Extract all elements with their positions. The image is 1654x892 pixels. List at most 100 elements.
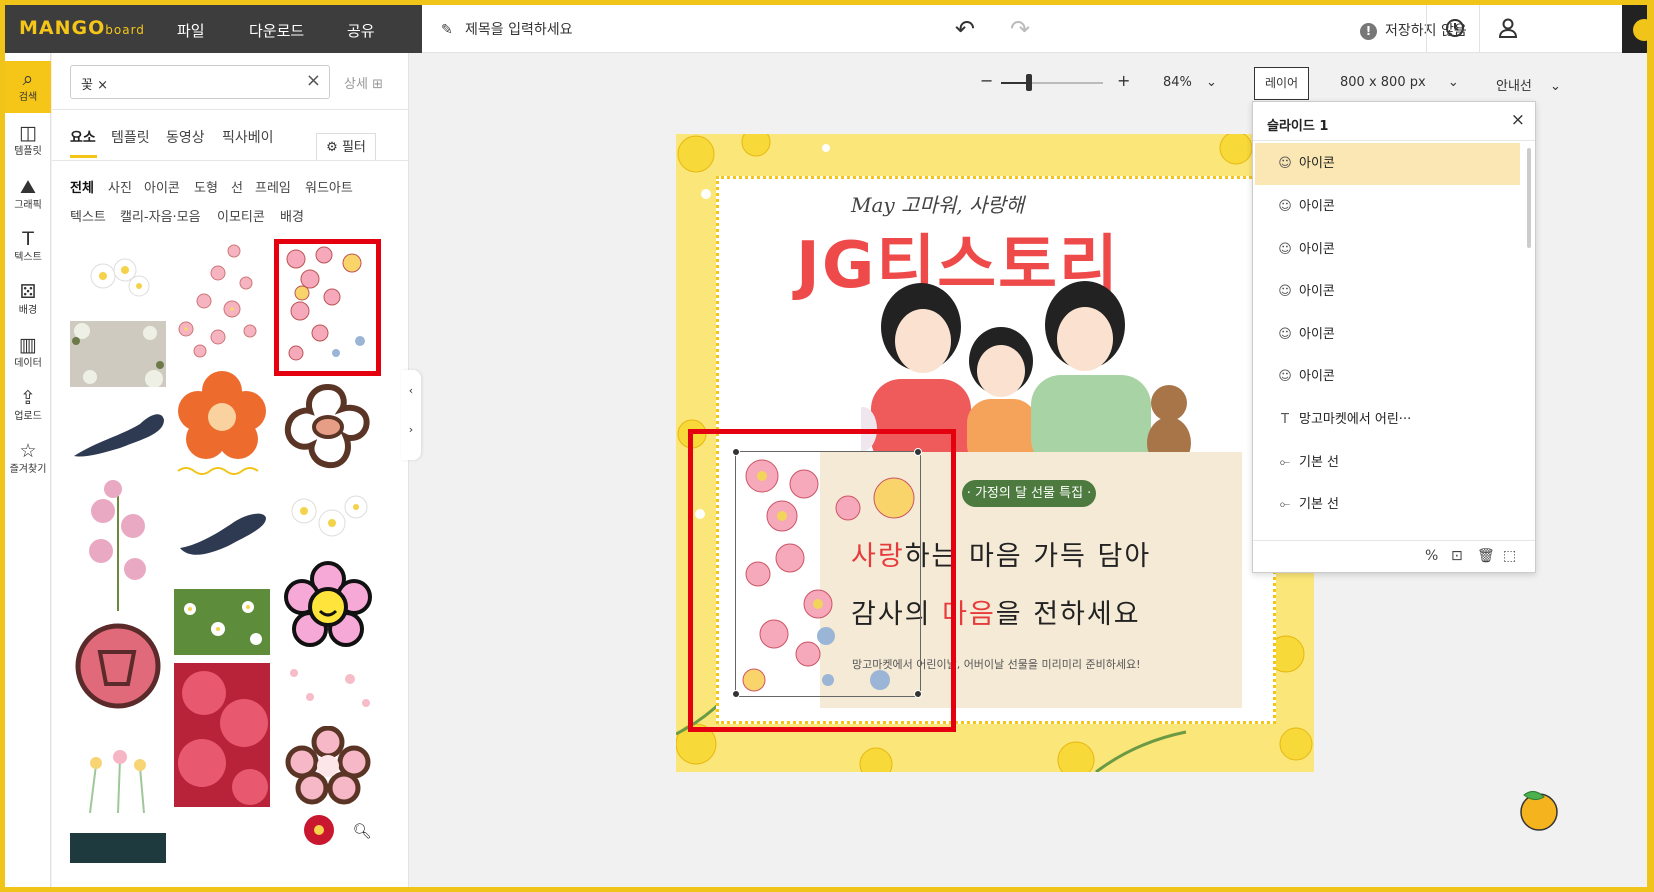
background-icon: ⚄	[19, 281, 37, 303]
rail-background[interactable]: ⚄ 배경	[5, 274, 51, 326]
detail-search-button[interactable]: 상세 ⊞	[344, 73, 383, 92]
thumb-sketch-flower[interactable]	[70, 395, 166, 465]
brand-area: MANGOboard 파일 다운로드 공유	[5, 5, 422, 53]
canvas-size-select[interactable]: 800 x 800 px ⌄	[1340, 75, 1459, 90]
thumb-white-flowers[interactable]	[70, 239, 166, 309]
rail-text[interactable]: T 텍스트	[5, 221, 51, 273]
layer-row[interactable]: T 망고마켓에서 어린···	[1255, 399, 1520, 441]
thumb-orange-flower[interactable]	[174, 367, 270, 477]
menu-file[interactable]: 파일	[177, 20, 205, 41]
chevron-left-icon[interactable]: ‹	[401, 384, 421, 397]
chevron-right-icon[interactable]: ›	[401, 423, 421, 436]
warning-icon: !	[1360, 23, 1377, 40]
redo-icon[interactable]: ↷	[1010, 15, 1030, 43]
layer-row[interactable]: ☺ 아이콘	[1255, 356, 1520, 398]
zoom-preview-icon[interactable]: 🔍︎	[350, 819, 374, 843]
smile-icon: ☺	[1278, 369, 1292, 384]
search-input[interactable]: 꽃 × ×	[70, 65, 330, 99]
zoom-select[interactable]: 84% ⌄	[1163, 75, 1217, 90]
title-input[interactable]: ✎ 제목을 입력하세요	[441, 19, 573, 39]
chip-background[interactable]: 배경	[280, 206, 304, 225]
close-icon[interactable]: ×	[306, 70, 321, 91]
undo-icon[interactable]: ↶	[955, 15, 975, 43]
thumb-peony-photo[interactable]	[174, 663, 270, 807]
rail-graphic[interactable]: ⛰ 그래픽	[5, 169, 51, 221]
panel-collapse-handle[interactable]: ‹ ›	[401, 370, 421, 460]
thumb-smiling-flower[interactable]	[280, 559, 376, 655]
layer-row[interactable]: ⟜ 기본 선	[1255, 442, 1520, 484]
layer-row[interactable]: ☺ 아이콘	[1255, 271, 1520, 313]
trash-icon[interactable]: 🗑︎	[1477, 548, 1495, 564]
rail-favorites[interactable]: ☆ 즐겨찾기	[5, 433, 51, 485]
layer-button[interactable]: 레이어	[1254, 67, 1309, 100]
chip-frame[interactable]: 프레임	[255, 177, 291, 196]
thumb-sketch-pen[interactable]	[174, 491, 270, 571]
zoom-slider-fill	[1001, 82, 1028, 84]
mangoboard-logo[interactable]: MANGOboard	[19, 17, 145, 39]
text-icon: T	[1281, 412, 1289, 427]
layer-row[interactable]: ☺ 아이콘	[1255, 229, 1520, 271]
group-icon[interactable]: ⬚	[1503, 548, 1516, 564]
guides-select[interactable]: 안내선 ⌄	[1496, 75, 1561, 94]
layer-scrollbar[interactable]	[1527, 148, 1531, 248]
app-window: MANGOboard 파일 다운로드 공유 ✎ 제목을 입력하세요 ↶ ↷ ! 저장…	[5, 5, 1647, 887]
transparency-icon[interactable]: %	[1425, 548, 1438, 564]
history-icon[interactable]	[1444, 17, 1466, 44]
thumb-orchid[interactable]	[70, 471, 166, 611]
menu-share[interactable]: 공유	[347, 20, 375, 41]
thumb-white-flowers-2[interactable]	[280, 475, 376, 555]
search-icon: ⌕	[22, 68, 34, 90]
layer-row[interactable]: ☺ 아이콘	[1255, 143, 1520, 185]
thumb-watercolor-flowers[interactable]	[70, 729, 166, 821]
zoom-out-button[interactable]: −	[980, 71, 993, 90]
thumb-dark-pattern[interactable]	[70, 833, 166, 863]
thumb-rose-icon[interactable]	[70, 619, 166, 714]
zoom-in-button[interactable]: +	[1117, 71, 1130, 90]
rail-search[interactable]: ⌕ 검색	[5, 61, 51, 113]
chip-wordart[interactable]: 워드아트	[305, 177, 353, 196]
thumb-daisy-photo[interactable]	[174, 589, 270, 655]
layer-row[interactable]: ☺ 아이콘	[1255, 186, 1520, 228]
chevron-down-icon: ⌄	[1447, 75, 1459, 90]
line-icon: ⟜	[1279, 497, 1291, 512]
smile-icon: ☺	[1278, 242, 1292, 257]
layer-panel-title: 슬라이드 1	[1267, 119, 1329, 134]
tab-pixabay[interactable]: 픽사베이	[222, 127, 274, 147]
chip-emoticon[interactable]: 이모티콘	[217, 206, 265, 225]
layer-row[interactable]: ⟜ 기본 선	[1255, 484, 1520, 526]
tool-rail: ⌕ 검색 ◫ 템플릿 ⛰ 그래픽 T 텍스트 ⚄ 배경 ▥ 데이터 ⇪ 업로드 ☆ 즐겨찾기	[5, 53, 51, 887]
smile-icon: ☺	[1278, 199, 1292, 214]
rail-template[interactable]: ◫ 템플릿	[5, 115, 51, 167]
chip-shape[interactable]: 도형	[194, 177, 218, 196]
promo-pill[interactable]: · 가정의 달 선물 특집 ·	[962, 480, 1096, 507]
close-icon[interactable]: ×	[1511, 110, 1525, 130]
thumb-red-flower[interactable]	[302, 813, 336, 847]
tab-templates[interactable]: 템플릿	[111, 127, 150, 147]
thumb-pink-outline-flower[interactable]	[280, 725, 376, 807]
chip-all[interactable]: 전체	[70, 177, 94, 196]
rail-upload[interactable]: ⇪ 업로드	[5, 380, 51, 432]
lock-icon[interactable]: ⊡	[1451, 548, 1463, 564]
thumb-pink-petals[interactable]	[280, 663, 376, 713]
text-icon: T	[22, 228, 34, 250]
chip-icon[interactable]: 아이콘	[144, 177, 180, 196]
zoom-slider-handle[interactable]	[1026, 74, 1032, 91]
tab-videos[interactable]: 동영상	[166, 127, 205, 147]
chip-photo[interactable]: 사진	[108, 177, 132, 196]
thumb-outline-flower[interactable]	[280, 377, 376, 477]
tab-elements[interactable]: 요소	[70, 127, 96, 147]
layer-row[interactable]: ☺ 아이콘	[1255, 314, 1520, 356]
mango-mascot-icon[interactable]	[1514, 785, 1560, 831]
thumb-pink-flower-scatter[interactable]	[174, 239, 270, 359]
search-panel: 꽃 × × 상세 ⊞ 요소 템플릿 동영상 픽사베이 ⚙ 필터 전체 사진 아이…	[52, 53, 409, 887]
user-icon[interactable]	[1498, 17, 1518, 44]
thumb-flower-photo[interactable]	[70, 321, 166, 387]
chip-text[interactable]: 텍스트	[70, 206, 106, 225]
chip-calligraphy[interactable]: 캘리-자음·모음	[120, 206, 201, 225]
filter-button[interactable]: ⚙ 필터	[316, 133, 376, 161]
rail-data[interactable]: ▥ 데이터	[5, 327, 51, 379]
divider	[1479, 5, 1480, 53]
keyword-chip[interactable]: 꽃 ×	[81, 74, 108, 93]
menu-download[interactable]: 다운로드	[249, 20, 304, 41]
chip-line[interactable]: 선	[231, 177, 243, 196]
